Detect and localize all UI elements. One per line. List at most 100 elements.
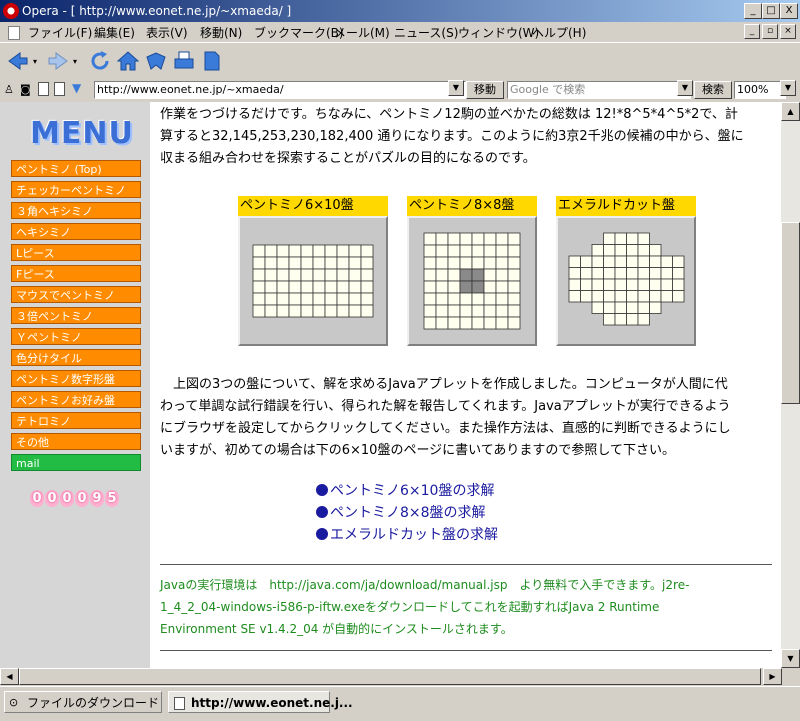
menu-window[interactable]: ウィンドウ(W) xyxy=(458,24,539,41)
board-cell xyxy=(495,244,509,258)
home-icon[interactable] xyxy=(116,49,140,73)
zoom-select[interactable]: 100% xyxy=(734,81,786,99)
description-text-line: 上図の3つの盤について、解を求めるJavaアプレットを作成しました。コンピュータ… xyxy=(160,377,728,392)
board-cell xyxy=(568,290,581,303)
scroll-thumb[interactable] xyxy=(781,222,800,404)
nav-mail[interactable]: mail xyxy=(11,454,141,471)
page-save-icon[interactable] xyxy=(200,49,224,73)
search-button[interactable]: 検索 xyxy=(694,81,732,99)
board-6x10-image[interactable] xyxy=(238,216,388,346)
board-6x10-grid xyxy=(252,244,374,318)
opera-icon xyxy=(3,3,19,19)
nav-triangle-hexiamond[interactable]: ３角ヘキシミノ xyxy=(11,202,141,219)
nav-number-shape-board[interactable]: ペントミノ数字形盤 xyxy=(11,370,141,387)
wand-icon[interactable] xyxy=(144,49,168,73)
go-button[interactable]: 移動 xyxy=(466,81,504,99)
vertical-scrollbar[interactable]: ▲ ▼ xyxy=(781,102,800,668)
nav-custom-board[interactable]: ペントミノお好み盤 xyxy=(11,391,141,408)
nav-other[interactable]: その他 xyxy=(11,433,141,450)
page-tab-icon xyxy=(174,697,185,710)
board-cell xyxy=(423,232,437,246)
mdi-restore-button[interactable]: ▫ xyxy=(762,24,778,39)
board-cell xyxy=(264,280,278,294)
status-bar: ⊙ ファイルのダウンロード http://www.eonet.ne.j... xyxy=(0,686,800,721)
menu-view[interactable]: 表示(V) xyxy=(146,24,188,41)
menu-navigate[interactable]: 移動(N) xyxy=(200,24,242,41)
back-history-icon[interactable]: ▾ xyxy=(33,57,37,66)
menu-bookmarks[interactable]: ブックマーク(B) xyxy=(254,24,344,41)
board-cell xyxy=(423,316,437,330)
downloads-tab[interactable]: ⊙ ファイルのダウンロード xyxy=(4,691,162,713)
link-solve-emerald[interactable]: エメラルドカット盤の求解 xyxy=(316,524,498,544)
board-cell xyxy=(288,292,302,306)
board-cell xyxy=(435,256,449,270)
board-cell xyxy=(626,255,639,268)
url-input[interactable]: http://www.eonet.ne.jp/~xmaeda/ xyxy=(94,81,466,99)
minimize-button[interactable]: _ xyxy=(744,3,762,19)
nav-y-pentomino[interactable]: Ｙペントミノ xyxy=(11,328,141,345)
close-button[interactable]: X xyxy=(780,3,798,19)
board-cell xyxy=(300,280,314,294)
nav-checker-pentomino[interactable]: チェッカーペントミノ xyxy=(11,181,141,198)
mdi-close-button[interactable]: × xyxy=(780,24,796,39)
nav-tetromino[interactable]: テトロミノ xyxy=(11,412,141,429)
scroll-right-icon[interactable]: ▶ xyxy=(763,668,782,685)
nav-mouse-pentomino[interactable]: マウスでペントミノ xyxy=(11,286,141,303)
board-8x8-image[interactable] xyxy=(407,216,537,346)
url-dropdown-icon[interactable]: ▼ xyxy=(448,80,464,96)
horizontal-scroll-thumb[interactable] xyxy=(19,668,761,685)
back-icon[interactable] xyxy=(6,49,30,73)
board-cell xyxy=(252,292,266,306)
menu-news[interactable]: ニュース(S) xyxy=(394,24,458,41)
search-input[interactable]: Google で検索 xyxy=(507,81,691,99)
board-cell xyxy=(264,244,278,258)
nav-pentomino-top[interactable]: ペントミノ (Top) xyxy=(11,160,141,177)
link-label[interactable]: エメラルドカット盤の求解 xyxy=(330,527,498,543)
link-solve-6x10[interactable]: ペントミノ6×10盤の求解 xyxy=(316,480,494,500)
nav-hexomino[interactable]: ヘキシミノ xyxy=(11,223,141,240)
board-cell xyxy=(495,292,509,306)
nav-l-piece[interactable]: Lピース xyxy=(11,244,141,261)
board-cell xyxy=(336,256,350,270)
scroll-down-icon[interactable]: ▼ xyxy=(781,649,800,668)
board-cell xyxy=(312,256,326,270)
nav-f-piece[interactable]: Fピース xyxy=(11,265,141,282)
board-cell xyxy=(447,304,461,318)
nav-color-tile[interactable]: 色分けタイル xyxy=(11,349,141,366)
page-info-icon[interactable] xyxy=(38,82,49,96)
scroll-up-icon[interactable]: ▲ xyxy=(781,102,800,121)
reload-icon[interactable] xyxy=(88,49,112,73)
camera-icon[interactable]: ◙ xyxy=(20,83,31,96)
board-cell xyxy=(276,280,290,294)
board-emerald-image[interactable] xyxy=(556,216,696,346)
horizontal-scrollbar[interactable]: ◀ ▶ xyxy=(0,668,800,685)
intro-text-line: 作業をつづけるだけです。ちなみに、ペントミノ12駒の並べかたの総数は 12!*8… xyxy=(160,107,738,122)
search-engine-dropdown-icon[interactable]: ▼ xyxy=(677,80,693,96)
link-label[interactable]: ペントミノ8×8盤の求解 xyxy=(330,505,486,521)
link-label[interactable]: ペントミノ6×10盤の求解 xyxy=(330,483,494,499)
menu-mail[interactable]: メール(M) xyxy=(334,24,390,41)
maximize-button[interactable]: □ xyxy=(762,3,780,19)
forward-icon[interactable] xyxy=(46,49,70,73)
forward-history-icon[interactable]: ▾ xyxy=(73,57,77,66)
trash-icon[interactable]: ▼ xyxy=(72,81,81,95)
document-icon[interactable] xyxy=(54,82,65,96)
access-counter: 0 0 0 0 9 5 xyxy=(30,490,119,507)
board-cell xyxy=(568,255,581,268)
link-solve-8x8[interactable]: ペントミノ8×8盤の求解 xyxy=(316,502,486,522)
page-tab[interactable]: http://www.eonet.ne.j... xyxy=(168,691,353,713)
scroll-left-icon[interactable]: ◀ xyxy=(0,668,19,685)
board-cell xyxy=(435,292,449,306)
bullet-icon xyxy=(316,484,328,496)
print-icon[interactable] xyxy=(172,49,196,73)
java-text-line: 1_4_2_04-windows-i586-p-iftw.exeをダウンロードし… xyxy=(160,600,660,614)
board-cell xyxy=(649,244,662,257)
menu-file[interactable]: ファイル(F) xyxy=(28,24,92,41)
mdi-minimize-button[interactable]: _ xyxy=(744,24,760,39)
security-icon[interactable]: ♙ xyxy=(4,83,14,96)
intro-text-line: 算すると32,145,253,230,182,400 通りになります。このように… xyxy=(160,129,744,144)
menu-help[interactable]: ヘルプ(H) xyxy=(532,24,586,41)
nav-triple-pentomino[interactable]: ３倍ペントミノ xyxy=(11,307,141,324)
menu-edit[interactable]: 編集(E) xyxy=(94,24,135,41)
zoom-dropdown-icon[interactable]: ▼ xyxy=(780,80,796,96)
